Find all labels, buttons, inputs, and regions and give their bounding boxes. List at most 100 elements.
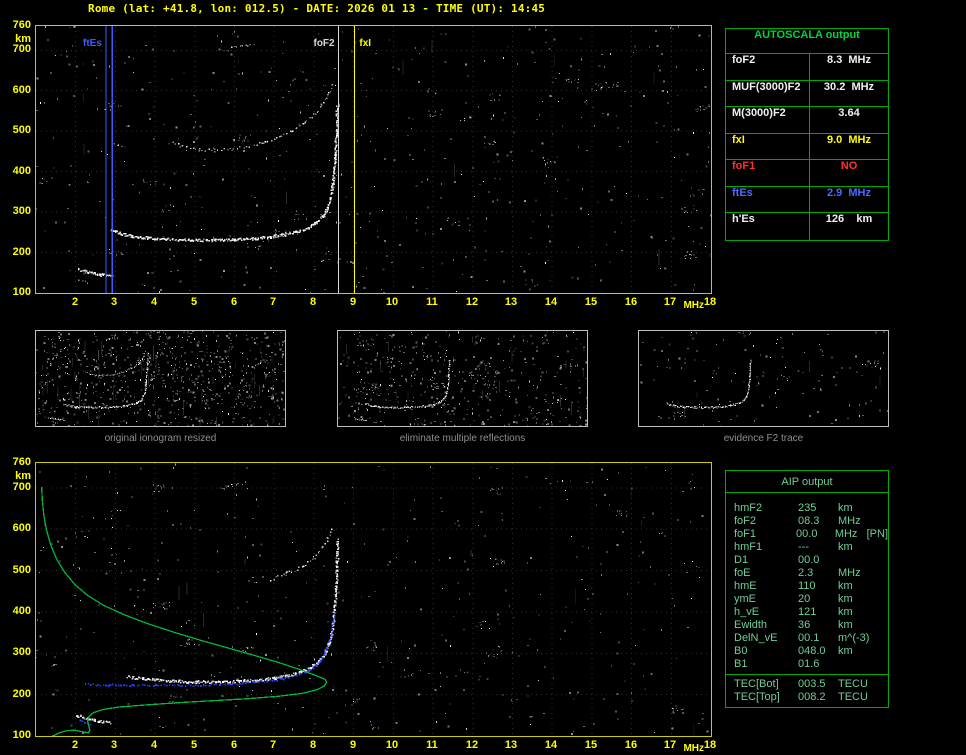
y-axis-tick-label: 700	[3, 481, 31, 493]
aip-param-unit: km	[838, 619, 853, 632]
autoscala-row-fof1: foF1 NO	[726, 160, 888, 187]
aip-param-unit: km	[838, 593, 853, 606]
autoscala-param-value: 2.9 MHz	[810, 187, 888, 213]
aip-row-hve: h_vE 121 km	[726, 606, 888, 619]
aip-row-b0: B0 048.0 km	[726, 645, 888, 658]
y-axis-tick-label: 200	[3, 688, 31, 700]
aip-param-value: 003.5	[798, 678, 838, 691]
autoscala-row-fof2: foF2 8.3 MHz	[726, 54, 888, 81]
y-axis-tick-label: 500	[3, 124, 31, 136]
autoscala-param-value: 126 km	[810, 213, 888, 240]
aip-param-value: 00.0	[796, 528, 835, 541]
aip-param-unit: TECU	[838, 691, 868, 704]
station-header: Rome (lat: +41.8, lon: 012.5) - DATE: 20…	[88, 2, 545, 15]
thumbnail-caption: evidence F2 trace	[638, 433, 889, 444]
x-axis-tick-label: 13	[498, 739, 524, 751]
x-axis-tick-label: 10	[379, 739, 405, 751]
aip-param-value: ---	[798, 541, 838, 554]
autoscala-output-table: AUTOSCALA output foF2 8.3 MHz MUF(3000)F…	[725, 28, 889, 241]
autoscala-row-hes: h'Es 126 km	[726, 213, 888, 240]
aip-param-unit: km	[838, 606, 853, 619]
svg-text:ftEs: ftEs	[83, 38, 102, 49]
svg-text:foF2: foF2	[313, 38, 335, 49]
y-axis-tick-label: 600	[3, 522, 31, 534]
x-axis-tick-label: 8	[300, 296, 326, 308]
aip-param-unit: MHz [PN]	[835, 528, 888, 541]
aip-row-hmf2: hmF2 235 km	[726, 502, 888, 515]
x-axis-unit-label: MHz	[664, 743, 704, 755]
autoscala-param-value: 30.2 MHz	[810, 81, 888, 107]
aip-param-value: 00.1	[798, 632, 838, 645]
thumbnail-eliminate-multiples	[337, 330, 588, 427]
aip-param-unit: km	[838, 580, 853, 593]
autoscala-param-label: M(3000)F2	[726, 107, 810, 133]
x-axis-tick-label: 4	[141, 296, 167, 308]
x-axis-tick-label: 7	[260, 296, 286, 308]
x-axis-tick-label: 6	[221, 739, 247, 751]
aip-param-value: 2.3	[798, 567, 838, 580]
aip-param-unit: km	[838, 502, 853, 515]
aip-row-tec-bot: TEC[Bot] 003.5 TECU	[726, 678, 888, 691]
aip-param-label: hmE	[734, 580, 798, 593]
thumbnail-evidence-f2-trace	[638, 330, 889, 427]
y-axis-tick-label: 700	[3, 43, 31, 55]
x-axis-tick-label: 13	[498, 296, 524, 308]
aip-row-delnve: DelN_vE 00.1 m^(-3)	[726, 632, 888, 645]
aip-param-label: h_vE	[734, 606, 798, 619]
x-axis-tick-label: 11	[419, 739, 445, 751]
y-axis-tick-label: 300	[3, 646, 31, 658]
aip-row-fof1: foF1 00.0 MHz [PN]	[726, 528, 888, 541]
x-axis-tick-label: 11	[419, 296, 445, 308]
y-axis-tick-label: 760	[3, 19, 31, 31]
aip-row-tec-top: TEC[Top] 008.2 TECU	[726, 691, 888, 704]
aip-row-d1: D1 00.0	[726, 554, 888, 567]
autoscala-param-value: 3.64	[810, 107, 888, 133]
autoscala-param-value: 8.3 MHz	[810, 54, 888, 80]
aip-param-label: D1	[734, 554, 798, 567]
x-axis-tick-label: 15	[578, 296, 604, 308]
aip-param-value: 00.0	[798, 554, 838, 567]
thumbnail-original-ionogram	[35, 330, 286, 427]
aip-param-unit: MHz	[838, 567, 861, 580]
x-axis-tick-label: 12	[459, 296, 485, 308]
aip-param-value: 08.3	[798, 515, 838, 528]
autoscala-param-label: fxI	[726, 134, 810, 160]
x-axis-tick-label: 2	[62, 296, 88, 308]
aip-param-value: 36	[798, 619, 838, 632]
aip-param-label: foF1	[734, 528, 796, 541]
aip-table-rows: hmF2 235 km foF2 08.3 MHz foF1 00.0 MHz …	[726, 493, 888, 704]
aip-param-unit: MHz	[838, 515, 861, 528]
aip-param-value: 110	[798, 580, 838, 593]
x-axis-tick-label: 16	[618, 739, 644, 751]
x-axis-tick-label: 7	[260, 739, 286, 751]
aip-param-label: hmF1	[734, 541, 798, 554]
aip-table-title: AIP output	[726, 471, 888, 493]
y-axis-tick-label: 200	[3, 246, 31, 258]
ionogram-bottom-plot	[35, 462, 712, 737]
y-axis-tick-label: 100	[3, 286, 31, 298]
x-axis-tick-label: 12	[459, 739, 485, 751]
aip-row-yme: ymE 20 km	[726, 593, 888, 606]
y-axis-tick-label: 400	[3, 605, 31, 617]
autoscala-param-label: h'Es	[726, 213, 810, 240]
autoscala-row-muf: MUF(3000)F2 30.2 MHz	[726, 81, 888, 108]
autoscala-param-label: MUF(3000)F2	[726, 81, 810, 107]
aip-param-unit: m^(-3)	[838, 632, 869, 645]
x-axis-tick-label: 5	[181, 296, 207, 308]
autoscala-param-label: foF1	[726, 160, 810, 186]
x-axis-tick-label: 14	[538, 739, 564, 751]
ionogram-top-plot: ftEsfoF2fxI	[35, 25, 712, 294]
aip-param-unit: TECU	[838, 678, 868, 691]
x-axis-unit-label: MHz	[664, 300, 704, 312]
x-axis-tick-label: 15	[578, 739, 604, 751]
x-axis-tick-label: 3	[101, 296, 127, 308]
autoscala-row-ftes: ftEs 2.9 MHz	[726, 187, 888, 214]
aip-row-foe: foE 2.3 MHz	[726, 567, 888, 580]
aip-param-value: 235	[798, 502, 838, 515]
aip-param-label: B0	[734, 645, 798, 658]
autoscala-screen: Rome (lat: +41.8, lon: 012.5) - DATE: 20…	[0, 0, 966, 755]
aip-param-label: foF2	[734, 515, 798, 528]
x-axis-tick-label: 9	[340, 739, 366, 751]
x-axis-tick-label: 4	[141, 739, 167, 751]
aip-param-label: TEC[Bot]	[734, 678, 798, 691]
